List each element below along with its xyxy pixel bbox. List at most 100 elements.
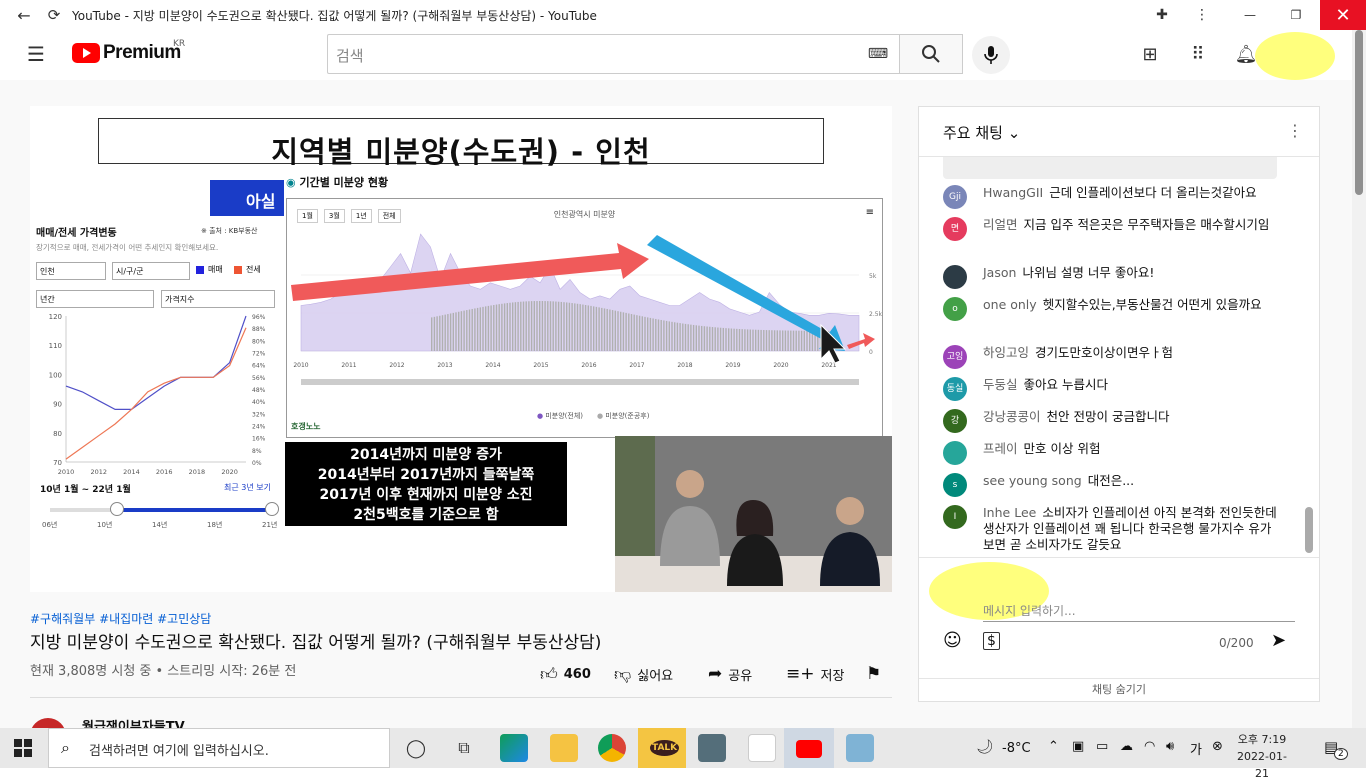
- chat-author[interactable]: see young song: [983, 473, 1082, 488]
- tray-app-icon[interactable]: ▣: [1072, 739, 1084, 754]
- create-video-icon[interactable]: ⊞: [1138, 42, 1162, 66]
- hide-chat-button[interactable]: 채팅 숨기기: [919, 681, 1319, 697]
- battery-icon[interactable]: ▭: [1096, 739, 1108, 754]
- hashtags[interactable]: #구해줘월부 #내집마련 #고민상담: [30, 610, 211, 627]
- weather-temp[interactable]: -8°C: [1002, 741, 1031, 756]
- pinned-banner[interactable]: [943, 157, 1277, 179]
- chat-author[interactable]: 강낭콩콩이: [983, 409, 1041, 424]
- legend-total-text: 미분양(전체): [545, 412, 584, 420]
- page-scrollbar[interactable]: [1352, 30, 1366, 728]
- reload-icon[interactable]: ⟳: [44, 5, 64, 25]
- wifi-icon[interactable]: ◠: [1144, 739, 1155, 754]
- chrome-taskbar-icon[interactable]: [598, 734, 626, 762]
- chat-message[interactable]: o one only 헷지할수있는,부동산물건 어떤게 있을까요: [943, 297, 1283, 321]
- chat-message[interactable]: I Inhe Lee 소비자가 인플레이션 아직 본격화 전인듯한데 생산자가 인플…: [943, 505, 1283, 553]
- chat-author[interactable]: 하잉고잉: [983, 345, 1029, 360]
- emoji-icon[interactable]: ☺: [943, 630, 962, 651]
- windows-start-icon[interactable]: [14, 739, 32, 757]
- chat-message[interactable]: 강 강낭콩콩이 천안 전망이 궁금합니다: [943, 409, 1283, 433]
- calculator-taskbar-icon[interactable]: [698, 734, 726, 762]
- taskbar-clock[interactable]: 오후 7:19 2022-01-21: [1232, 731, 1292, 782]
- report-button[interactable]: ⚑: [866, 664, 881, 684]
- channel-name[interactable]: 월급쟁이부자들TV: [82, 717, 185, 728]
- edge-taskbar-icon[interactable]: [500, 734, 528, 762]
- like-button[interactable]: 👍︎ 460: [540, 664, 591, 685]
- chat-avatar[interactable]: s: [943, 473, 967, 497]
- chat-author[interactable]: HwangGII: [983, 185, 1043, 200]
- super-chat-icon[interactable]: $: [983, 632, 1000, 650]
- taskbar-search[interactable]: ⌕ 검색하려면 여기에 입력하십시오.: [48, 728, 390, 768]
- onedrive-cloud-icon[interactable]: ☁: [1120, 739, 1133, 754]
- chat-avatar[interactable]: 동실: [943, 377, 967, 401]
- chat-author[interactable]: one only: [983, 297, 1037, 312]
- chat-author[interactable]: Jason: [983, 265, 1016, 280]
- chat-author[interactable]: 두둥실: [983, 377, 1018, 392]
- chat-message-input[interactable]: 메시지 입력하기...: [983, 602, 1295, 622]
- channel-avatar[interactable]: [30, 718, 66, 728]
- chat-message[interactable]: 프레이 만호 이상 위험: [943, 441, 1283, 465]
- snipping-tool-taskbar-icon[interactable]: [748, 734, 776, 762]
- apps-grid-icon[interactable]: ⠿: [1186, 42, 1210, 66]
- youtube-taskbar-active[interactable]: [784, 728, 834, 768]
- chat-author[interactable]: 프레이: [983, 441, 1018, 456]
- ime-icon[interactable]: 가: [1190, 739, 1202, 758]
- chat-avatar[interactable]: o: [943, 297, 967, 321]
- range-slider-track[interactable]: [50, 502, 279, 516]
- other-app-taskbar-icon[interactable]: [846, 734, 874, 762]
- chat-message[interactable]: s see young song 대전은...: [943, 473, 1283, 497]
- chat-mode-dropdown[interactable]: 주요 채팅 ⌄: [943, 122, 1020, 143]
- send-icon[interactable]: ➤: [1271, 630, 1286, 651]
- volume-icon[interactable]: 🔊︎: [1166, 739, 1174, 754]
- back-arrow-icon[interactable]: ←: [14, 5, 34, 25]
- share-button[interactable]: ➦ 공유: [708, 664, 752, 684]
- file-explorer-taskbar-icon[interactable]: [550, 734, 578, 762]
- chat-message[interactable]: Gji HwangGII 근데 인플레이션보다 더 올리는것같아요: [943, 185, 1283, 209]
- chat-author[interactable]: 리얼면: [983, 217, 1018, 232]
- chart2-header: ◉ 기간별 미분양 현황: [286, 174, 388, 190]
- voice-search-button[interactable]: [972, 36, 1010, 74]
- search-button[interactable]: [899, 34, 963, 74]
- video-player[interactable]: 지역별 미분양(수도권) - 인천 아실 매매/전세 가격변동 ※ 출처 : K…: [30, 106, 892, 592]
- range-slider-end-handle[interactable]: [265, 502, 279, 516]
- chat-avatar[interactable]: Gji: [943, 185, 967, 209]
- cortana-icon[interactable]: ◯: [404, 736, 428, 760]
- recent-3yr-link[interactable]: 최근 3년 보기: [224, 482, 271, 493]
- keyboard-icon[interactable]: ⌨: [867, 46, 889, 62]
- close-window-button[interactable]: ✕: [1320, 0, 1366, 30]
- redacted-avatar[interactable]: [1255, 32, 1335, 80]
- scrollbar-thumb[interactable]: [1355, 30, 1363, 195]
- youtube-logo-icon[interactable]: [72, 43, 100, 63]
- restore-icon[interactable]: ❐: [1286, 5, 1306, 25]
- tray-x-icon[interactable]: ⊗: [1212, 739, 1223, 754]
- chat-message[interactable]: 동실 두둥실 좋아요 누릅시다: [943, 377, 1283, 401]
- dislike-button[interactable]: 👎︎ 싫어요: [614, 664, 673, 685]
- chat-avatar[interactable]: I: [943, 505, 967, 529]
- chat-more-icon[interactable]: ⋮: [1287, 121, 1303, 140]
- search-input[interactable]: 검색 ⌨: [327, 34, 899, 74]
- chat-avatar[interactable]: [943, 441, 967, 465]
- chat-avatar[interactable]: [943, 265, 967, 289]
- chat-author[interactable]: Inhe Lee: [983, 505, 1036, 520]
- chat-avatar[interactable]: 강: [943, 409, 967, 433]
- index-select[interactable]: 가격지수: [161, 290, 275, 308]
- region-select[interactable]: 인천: [36, 262, 106, 280]
- weather-moon-icon[interactable]: 🌙︎: [976, 739, 994, 755]
- chat-scrollbar-thumb[interactable]: [1305, 507, 1313, 553]
- district-select[interactable]: 시/구/군: [112, 262, 190, 280]
- chat-message[interactable]: 면 리얼면 지금 입주 적은곳은 무주택자들은 매수할시기임: [943, 217, 1283, 241]
- chat-avatar[interactable]: 면: [943, 217, 967, 241]
- extensions-icon[interactable]: ✚: [1152, 5, 1172, 25]
- range-slider-start-handle[interactable]: [109, 502, 124, 516]
- chat-avatar[interactable]: 고잉: [943, 345, 967, 369]
- tray-expand-icon[interactable]: ⌃: [1048, 739, 1059, 754]
- save-button[interactable]: ≡+ 저장: [786, 664, 844, 684]
- hamburger-menu-icon[interactable]: ☰: [24, 42, 48, 66]
- minimize-icon[interactable]: —: [1240, 5, 1260, 25]
- task-view-icon[interactable]: ⧉: [452, 736, 476, 760]
- more-menu-icon[interactable]: ⋮: [1192, 5, 1212, 25]
- period-select[interactable]: 년간: [36, 290, 154, 308]
- logo-text[interactable]: Premium: [103, 42, 181, 64]
- chat-message[interactable]: Jason 나위님 설명 너무 좋아요!: [943, 265, 1283, 289]
- chat-message[interactable]: 고잉 하잉고잉 경기도만호이상이면우ㅏ험: [943, 345, 1283, 369]
- kakaotalk-taskbar-active[interactable]: TALK: [638, 728, 686, 768]
